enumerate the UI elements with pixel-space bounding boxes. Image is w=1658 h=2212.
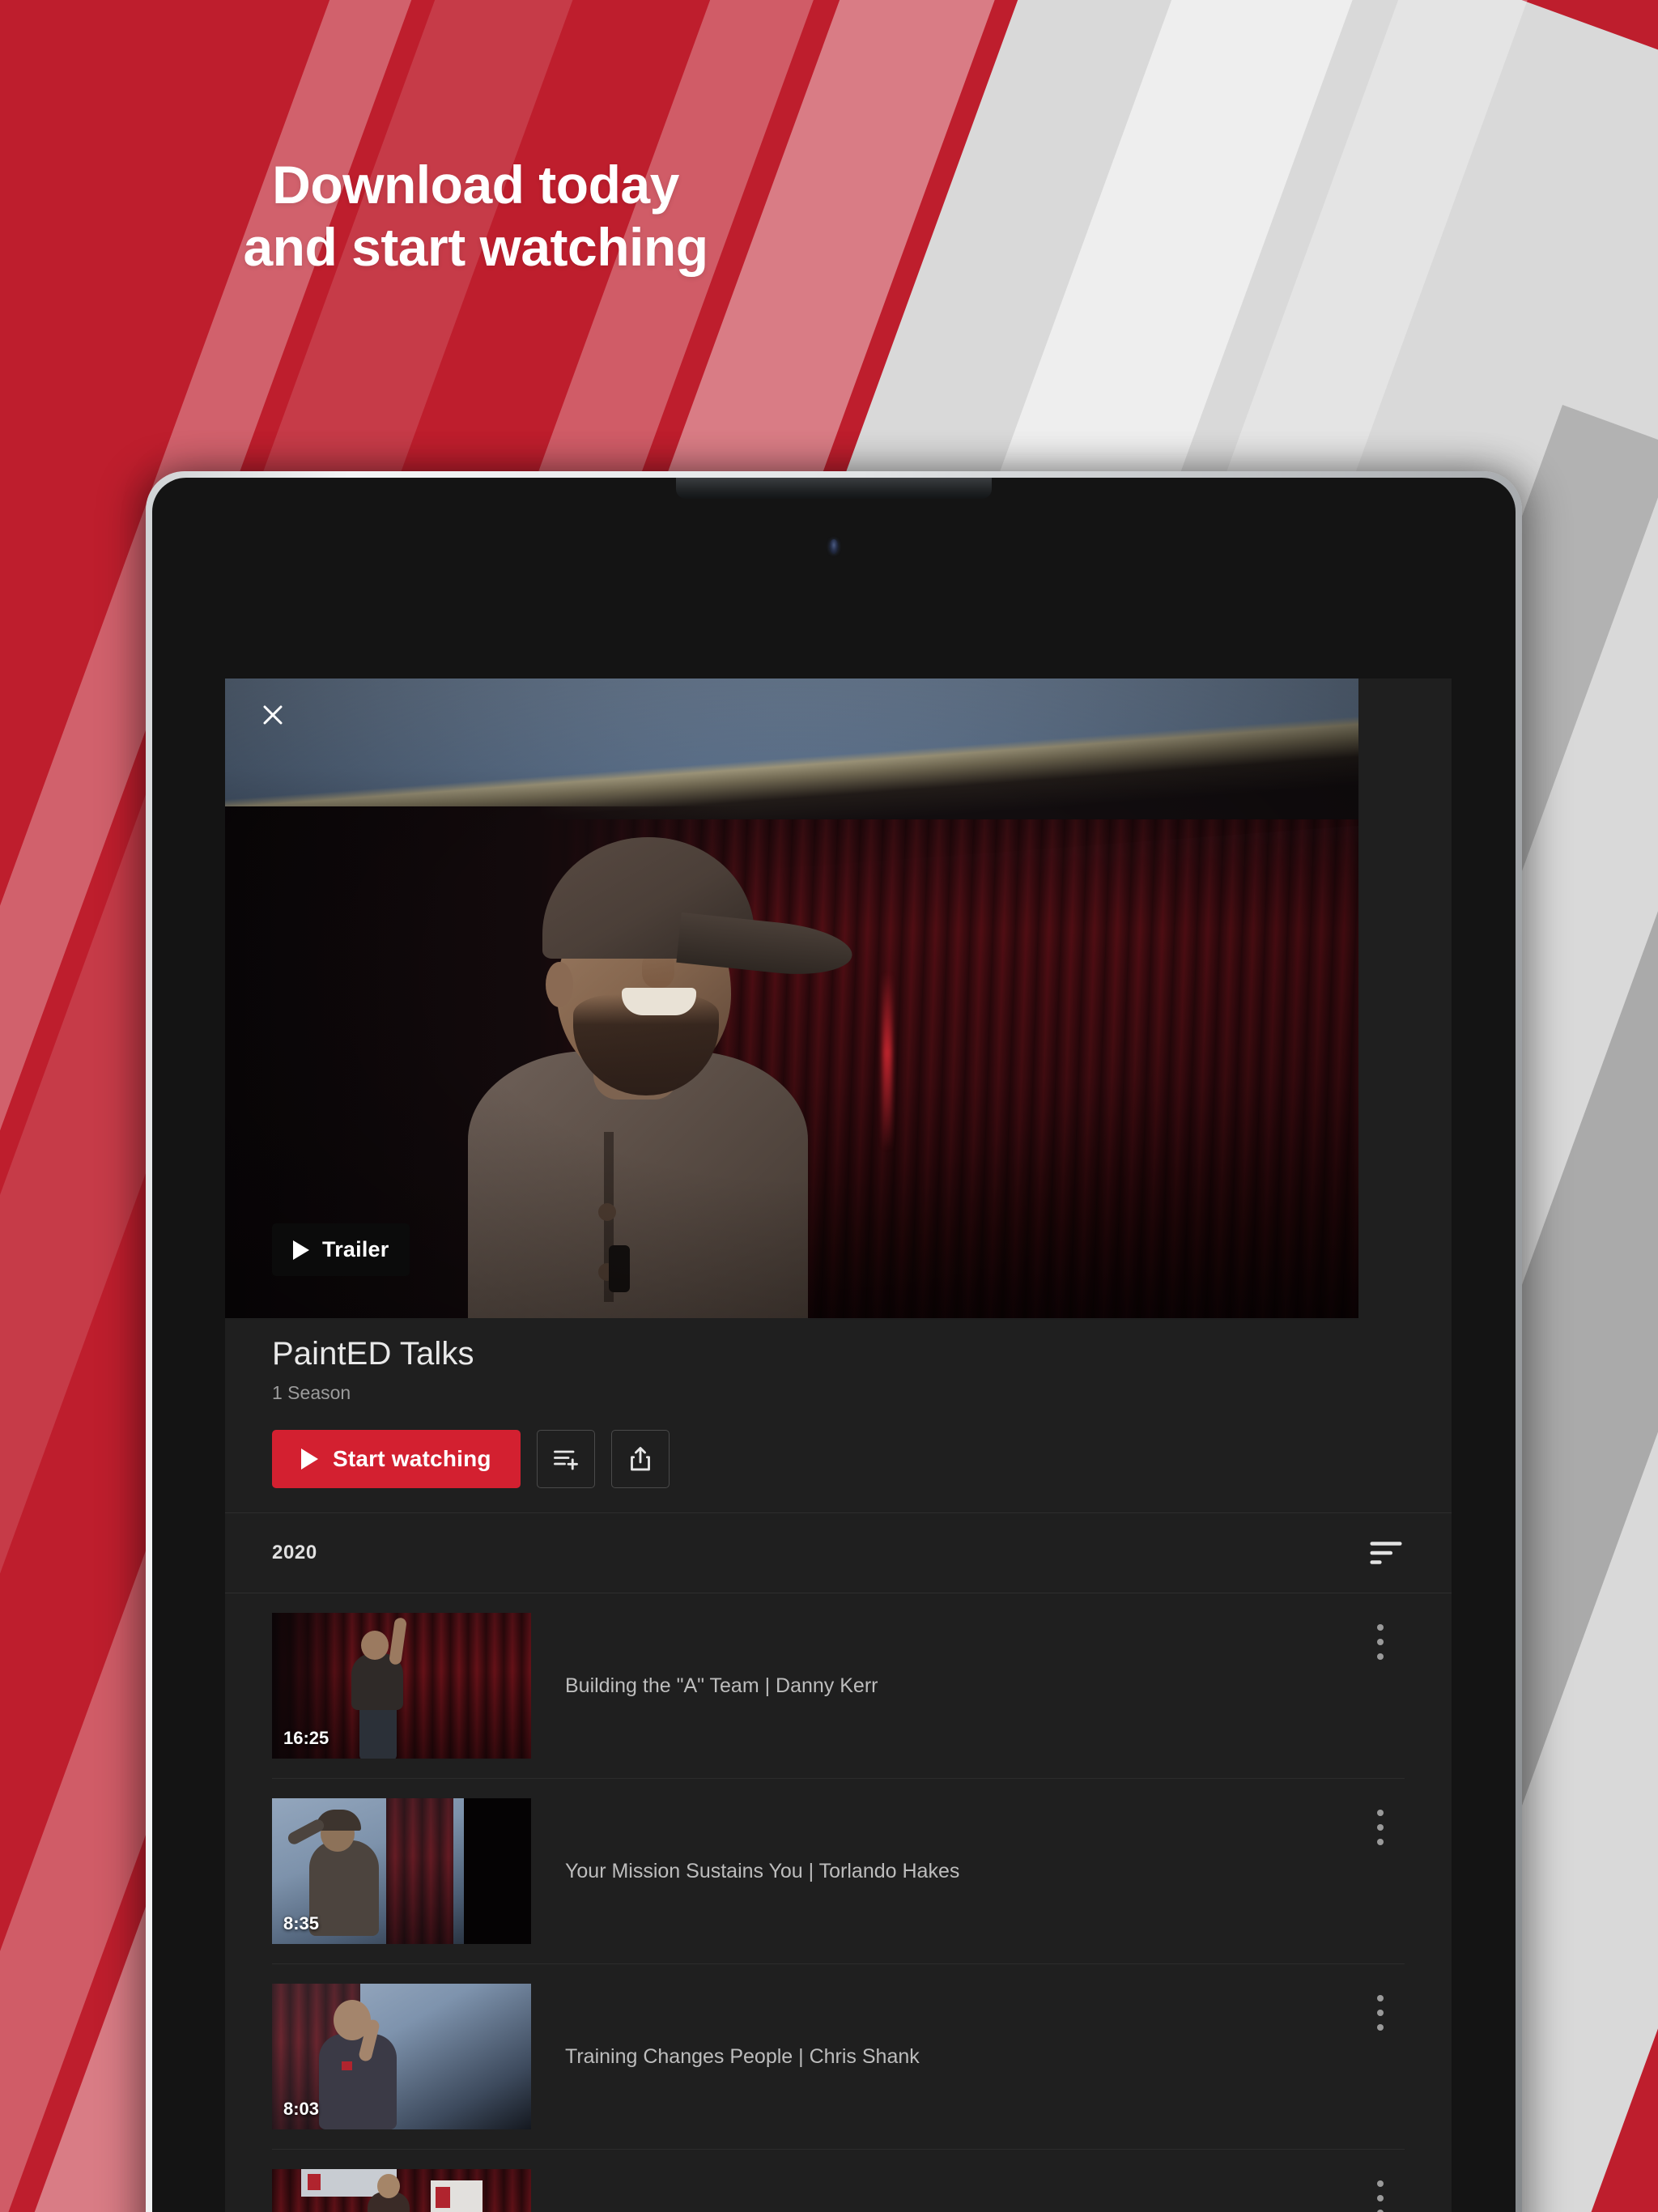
thumb-logo-mark [342,2061,352,2070]
episode-thumbnail: 16:25 [272,1613,531,1759]
episode-thumbnail: 9:28 [272,2169,531,2212]
app-content-panel: Trailer PaintED Talks 1 Season Start wat… [225,678,1452,2212]
close-icon[interactable] [253,695,293,735]
add-to-playlist-icon [553,1450,578,1470]
episode-title: Building the "A" Team | Danny Kerr [565,1674,878,1697]
device-notch [676,478,992,499]
more-vertical-icon[interactable] [1363,1619,1398,1665]
episode-thumbnail: 8:35 [272,1798,531,1944]
episode-duration: 8:35 [283,1913,320,1933]
trailer-label: Trailer [322,1237,389,1261]
thumb-figure-head [361,1631,389,1660]
action-row: Start watching [272,1430,1405,1512]
episode-title: Your Mission Sustains You | Torlando Hak… [565,1859,960,1882]
season-header: 2020 [225,1512,1452,1593]
play-icon [293,1240,309,1260]
episode-title: Training Changes People | Chris Shank [565,2044,920,2068]
front-camera-icon [829,539,839,554]
episode-row[interactable]: 9:28 Why Your Online Presence Matters | … [272,2150,1405,2212]
season-label: 2020 [272,1542,317,1563]
thumb-logo-mark [436,2187,450,2208]
headline-line-1: Download today [272,155,679,215]
tablet-screen: Trailer PaintED Talks 1 Season Start wat… [152,478,1516,2212]
hero-vignette [225,678,1358,1318]
hero-video-preview[interactable]: Trailer [225,678,1358,1318]
start-watching-button[interactable]: Start watching [272,1430,521,1488]
episode-duration: 16:25 [283,1728,329,1748]
tablet-device: Trailer PaintED Talks 1 Season Start wat… [146,471,1522,2212]
thumb-figure-torso [319,2034,397,2129]
page-title: Download today and start watching [0,154,951,279]
episode-list: 16:25 Building the "A" Team | Danny Kerr [225,1593,1452,2212]
show-season-count: 1 Season [272,1382,351,1403]
headline-line-2: and start watching [243,217,708,278]
thumb-dark-side [463,1798,531,1944]
more-vertical-icon[interactable] [1363,1805,1398,1850]
start-watching-label: Start watching [333,1446,491,1471]
episode-row[interactable]: 16:25 Building the "A" Team | Danny Kerr [272,1593,1405,1779]
more-vertical-icon[interactable] [1363,2176,1398,2212]
add-to-playlist-button[interactable] [536,1430,595,1488]
thumb-figure-legs [359,1704,397,1759]
thumb-figure-head [377,2174,400,2198]
share-button[interactable] [610,1430,670,1488]
episode-thumbnail: 8:03 [272,1984,531,2129]
episode-row[interactable]: 8:03 Training Changes People | Chris Sha… [272,1964,1405,2150]
trailer-badge[interactable]: Trailer [272,1223,410,1276]
thumb-curtain [385,1798,453,1944]
more-vertical-icon[interactable] [1363,1990,1398,2035]
show-meta: PaintED Talks 1 Season Start watching [225,1318,1452,1512]
show-title: PaintED Talks [272,1336,474,1372]
episode-row[interactable]: 8:35 Your Mission Sustains You | Torland… [272,1779,1405,1964]
sort-icon[interactable] [1367,1534,1405,1572]
promo-screenshot: Download today and start watching Traile… [0,0,1658,2212]
thumb-logo-mark [308,2174,321,2190]
episode-duration: 8:03 [283,2099,320,2119]
share-icon [630,1447,650,1471]
thumb-figure-torso [309,1840,379,1936]
play-icon [301,1448,318,1470]
